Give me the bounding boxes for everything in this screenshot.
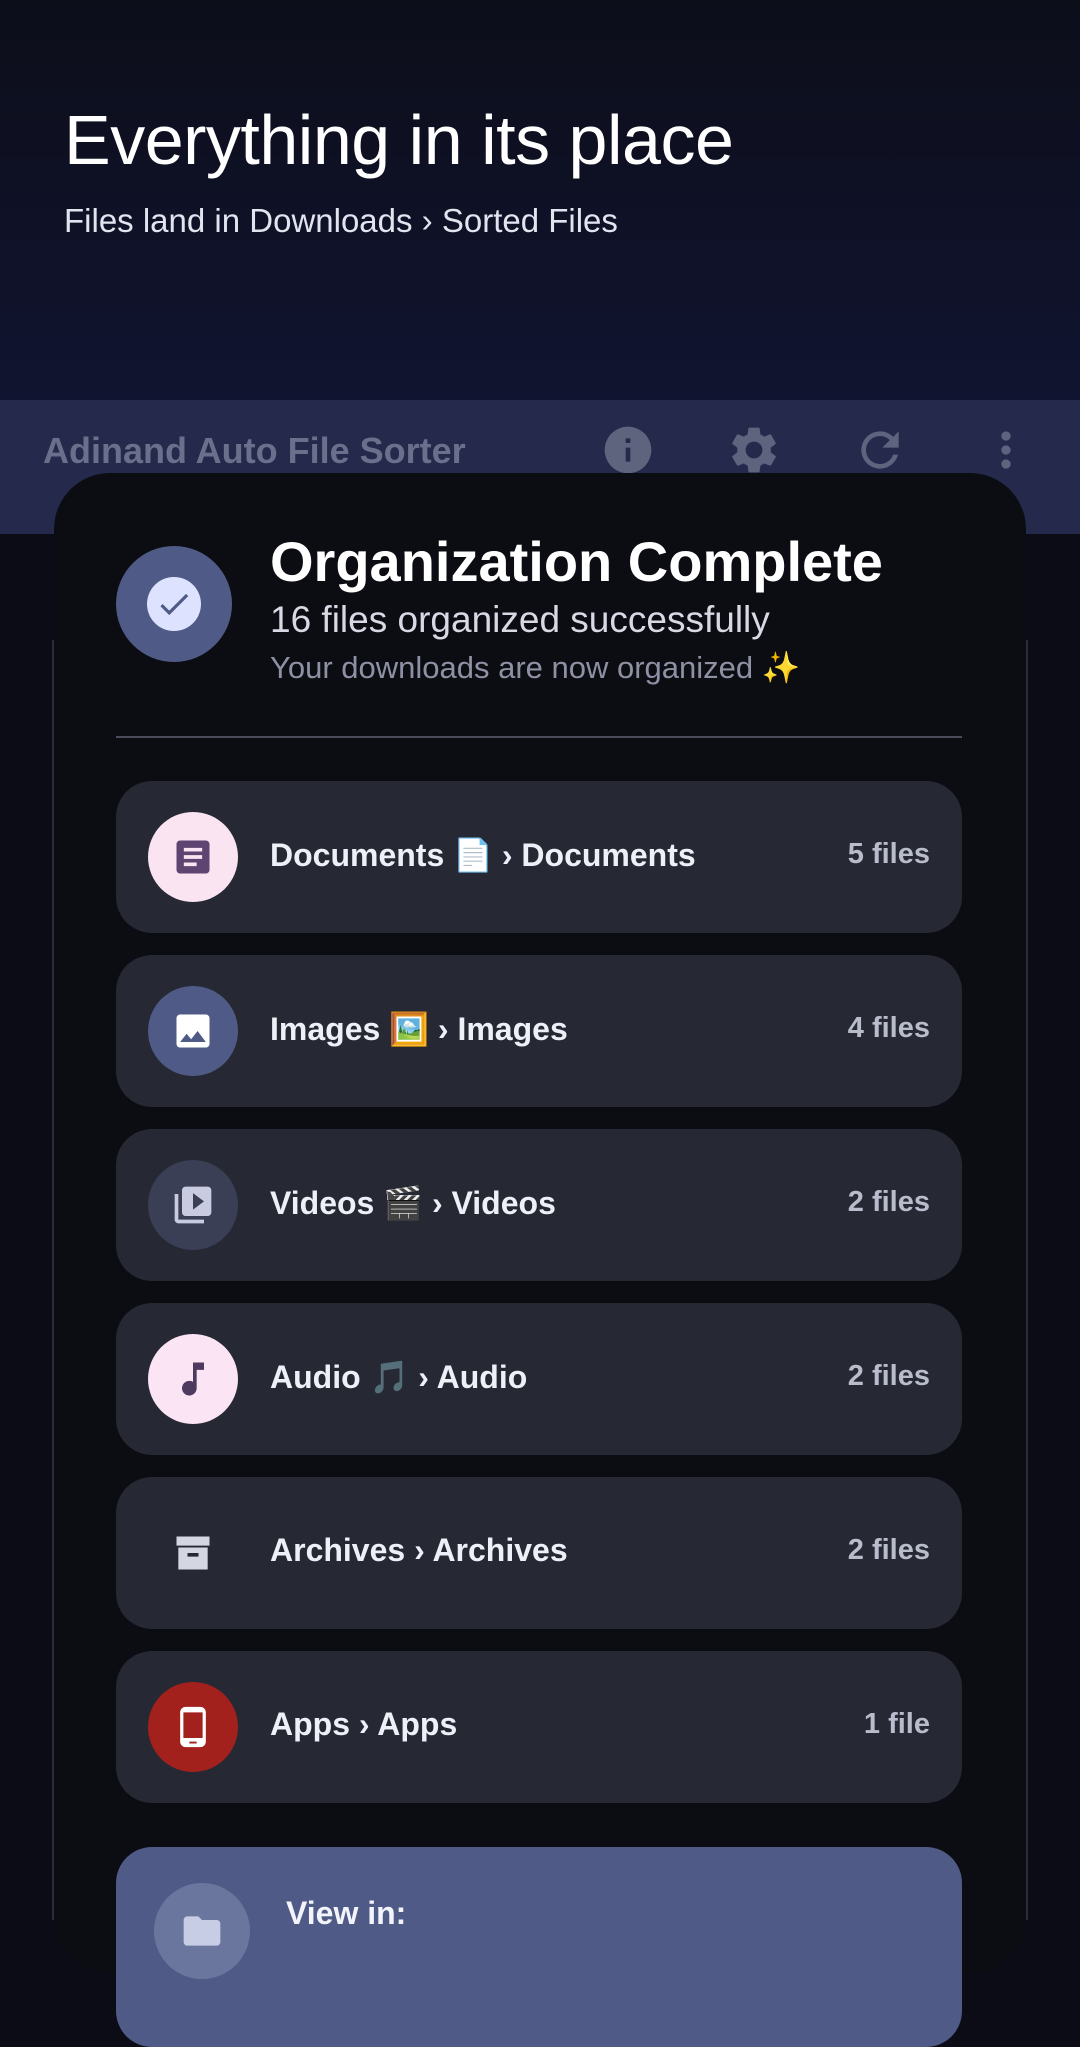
category-label: Archives › Archives bbox=[270, 1532, 568, 1568]
hero-banner: Everything in its place Files land in Do… bbox=[0, 0, 1080, 400]
archive-icon bbox=[148, 1508, 238, 1598]
category-count: 5 files bbox=[847, 838, 930, 870]
backdrop-card-edge-right bbox=[1026, 640, 1028, 1920]
category-row-apps[interactable]: Apps › Apps 1 file bbox=[116, 1651, 962, 1803]
gear-icon[interactable] bbox=[726, 422, 782, 478]
category-label: Apps › Apps bbox=[270, 1706, 458, 1742]
organization-complete-dialog: Organization Complete 16 files organized… bbox=[54, 473, 1026, 2047]
category-row-audio[interactable]: Audio 🎵 › Audio 2 files bbox=[116, 1303, 962, 1455]
app-title: Adinand Auto File Sorter bbox=[43, 430, 466, 471]
view-in-card[interactable]: View in: bbox=[116, 1847, 962, 2047]
music-note-icon bbox=[148, 1334, 238, 1424]
category-row-images[interactable]: Images 🖼️ › Images 4 files bbox=[116, 955, 962, 1107]
folder-icon bbox=[154, 1883, 250, 1979]
hero-subtitle: Files land in Downloads › Sorted Files bbox=[64, 202, 618, 239]
category-row-archives[interactable]: Archives › Archives 2 files bbox=[116, 1477, 962, 1629]
video-library-icon bbox=[148, 1160, 238, 1250]
check-circle-icon bbox=[116, 546, 232, 662]
category-row-videos[interactable]: Videos 🎬 › Videos 2 files bbox=[116, 1129, 962, 1281]
divider bbox=[116, 736, 962, 738]
dialog-title: Organization Complete bbox=[270, 530, 883, 593]
hero-title: Everything in its place bbox=[64, 101, 734, 179]
category-label: Videos 🎬 › Videos bbox=[270, 1185, 556, 1221]
info-icon[interactable] bbox=[600, 422, 656, 478]
view-in-label: View in: bbox=[286, 1895, 407, 1931]
image-icon bbox=[148, 986, 238, 1076]
category-label: Audio 🎵 › Audio bbox=[270, 1359, 528, 1395]
category-count: 2 files bbox=[847, 1186, 930, 1218]
document-icon bbox=[148, 812, 238, 902]
category-count: 4 files bbox=[847, 1012, 930, 1044]
category-label: Documents 📄 › Documents bbox=[270, 837, 696, 873]
phone-icon bbox=[148, 1682, 238, 1772]
dialog-note: Your downloads are now organized ✨ bbox=[270, 650, 801, 685]
category-count: 1 file bbox=[863, 1708, 930, 1740]
refresh-icon[interactable] bbox=[852, 422, 908, 478]
category-label: Images 🖼️ › Images bbox=[270, 1011, 568, 1047]
more-vert-icon[interactable] bbox=[978, 422, 1034, 478]
dialog-subtitle: 16 files organized successfully bbox=[270, 599, 770, 640]
category-count: 2 files bbox=[847, 1534, 930, 1566]
category-row-documents[interactable]: Documents 📄 › Documents 5 files bbox=[116, 781, 962, 933]
category-count: 2 files bbox=[847, 1360, 930, 1392]
